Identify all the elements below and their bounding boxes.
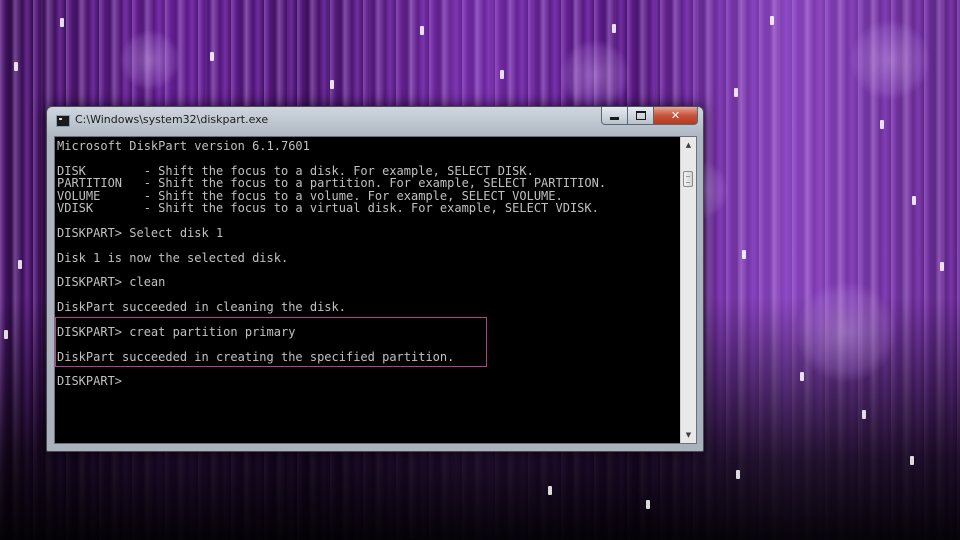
minimize-button[interactable] bbox=[601, 107, 628, 125]
close-icon: ✕ bbox=[670, 109, 681, 122]
scroll-thumb[interactable] bbox=[683, 171, 693, 187]
chevron-up-icon: ▲ bbox=[685, 141, 692, 149]
light-spark bbox=[612, 24, 616, 33]
scroll-down-button[interactable]: ▼ bbox=[681, 427, 696, 443]
light-spark bbox=[500, 70, 504, 79]
vertical-scrollbar[interactable]: ▲ ▼ bbox=[680, 137, 696, 443]
console-line: DiskPart succeeded in creating the speci… bbox=[57, 349, 455, 364]
bokeh-light bbox=[560, 40, 630, 110]
console-line: Microsoft DiskPart version 6.1.7601 bbox=[57, 140, 310, 153]
scroll-up-button[interactable]: ▲ bbox=[681, 137, 696, 153]
close-button[interactable]: ✕ bbox=[654, 107, 698, 125]
console-line: Disk 1 is now the selected disk. bbox=[57, 250, 289, 265]
console-line: VDISK - Shift the focus to a virtual dis… bbox=[57, 200, 599, 215]
light-spark bbox=[912, 196, 916, 205]
light-spark bbox=[734, 88, 738, 97]
maximize-button[interactable] bbox=[628, 107, 654, 125]
light-spark bbox=[742, 250, 746, 259]
light-spark bbox=[4, 330, 8, 339]
console-line: DISKPART> Select disk 1 bbox=[57, 225, 224, 240]
light-spark bbox=[330, 80, 334, 89]
light-spark bbox=[210, 52, 214, 61]
console-text: Microsoft DiskPart version 6.1.7601 DISK… bbox=[57, 140, 679, 440]
console-line: DiskPart succeeded in cleaning the disk. bbox=[57, 300, 346, 315]
light-spark bbox=[880, 120, 884, 129]
console-output-area[interactable]: Microsoft DiskPart version 6.1.7601 DISK… bbox=[54, 136, 697, 444]
console-line: DISKPART> bbox=[57, 374, 130, 389]
maximize-icon bbox=[635, 111, 646, 120]
light-spark bbox=[60, 18, 64, 27]
title-bar[interactable]: C:\Windows\system32\diskpart.exe ✕ bbox=[47, 107, 703, 135]
bokeh-light bbox=[850, 20, 930, 100]
window-title: C:\Windows\system32\diskpart.exe bbox=[75, 113, 269, 126]
console-window[interactable]: C:\Windows\system32\diskpart.exe ✕ Micro… bbox=[46, 106, 704, 452]
light-spark bbox=[770, 16, 774, 25]
light-spark bbox=[862, 410, 866, 419]
light-spark bbox=[548, 486, 552, 495]
console-line: PARTITION - Shift the focus to a partiti… bbox=[57, 176, 607, 191]
window-controls: ✕ bbox=[601, 107, 698, 127]
light-spark bbox=[14, 62, 18, 71]
bokeh-light bbox=[120, 30, 180, 90]
light-spark bbox=[800, 372, 804, 381]
console-line: DISKPART> creat partition primary bbox=[57, 324, 296, 339]
console-line: DISKPART> clean bbox=[57, 275, 166, 290]
light-spark bbox=[736, 470, 740, 479]
minimize-icon bbox=[610, 117, 619, 120]
light-spark bbox=[910, 456, 914, 465]
light-spark bbox=[940, 262, 944, 271]
light-spark bbox=[18, 260, 22, 269]
light-spark bbox=[420, 26, 424, 35]
chevron-down-icon: ▼ bbox=[685, 431, 692, 439]
console-app-icon[interactable] bbox=[56, 115, 70, 127]
light-spark bbox=[646, 500, 650, 509]
bokeh-light bbox=[796, 282, 896, 382]
